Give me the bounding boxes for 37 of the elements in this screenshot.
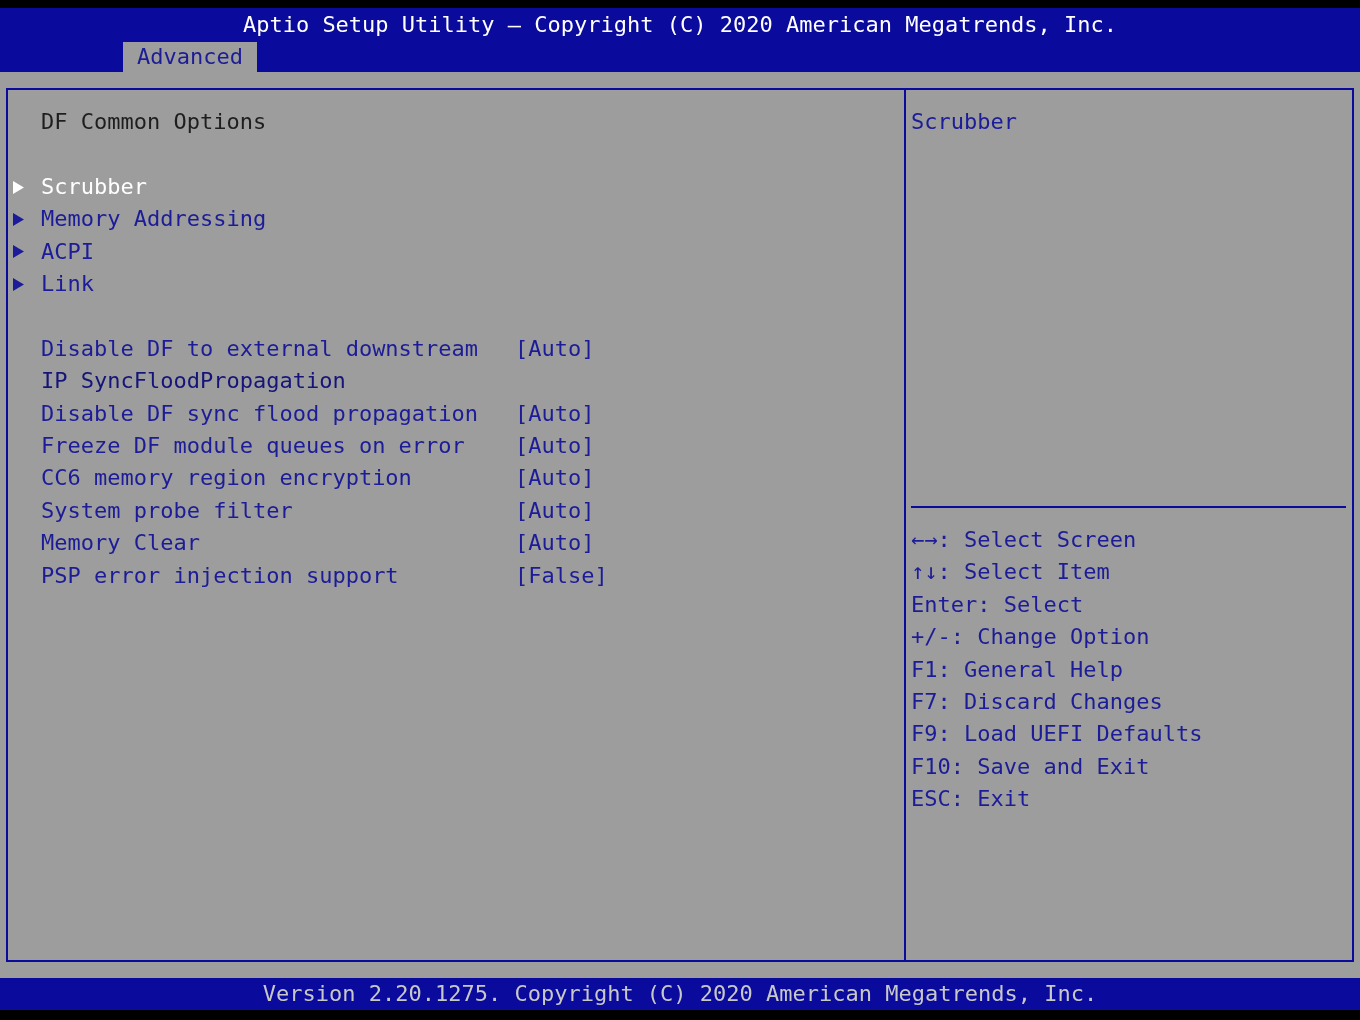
key-hint: ESC: Exit [911,785,1031,814]
triangle-icon [12,211,25,227]
setting-label[interactable]: Disable DF to external downstream [8,332,479,366]
section-label: IP SyncFloodPropagation [40,367,346,396]
key-hint: ←→: Select Screen [911,526,1137,554]
setting-value[interactable]: [Auto] [515,527,595,560]
submenu-item[interactable]: Memory Addressing [41,203,267,236]
key-hint: F9: Load UEFI Defaults [911,720,1203,749]
setting-value[interactable]: [Auto] [515,397,595,431]
triangle-icon [12,179,25,195]
submenu-item[interactable]: Link [41,268,94,301]
setting-value[interactable]: [Auto] [515,332,595,366]
version-bar: Version 2.20.1275. Copyright (C) 2020 American Megatrends, Inc. [0,978,1360,1010]
triangle-icon [12,276,25,292]
setting-value[interactable]: [Auto] [515,430,595,463]
setting-value[interactable]: [Auto] [515,494,595,528]
setting-value[interactable]: [False] [515,559,608,593]
setting-label[interactable]: Memory Clear [8,527,200,560]
help-description: Scrubber [911,108,1017,136]
setting-label[interactable]: Freeze DF module queues on error [8,430,465,463]
setting-label[interactable]: CC6 memory region encryption [8,462,412,495]
setting-label[interactable]: System probe filter [8,494,293,528]
setting-label[interactable]: PSP error injection support [8,559,399,593]
key-hint: F1: General Help [911,655,1123,684]
window-title: Aptio Setup Utility – Copyright (C) 2020 American Megatrends, Inc. [241,11,1119,39]
key-hint: Enter: Select [911,590,1084,619]
key-hint: ↑↓: Select Item [911,558,1110,587]
setting-value[interactable]: [Auto] [515,462,595,495]
key-hint: F10: Save and Exit [911,752,1150,781]
submenu-item[interactable]: Scrubber [41,170,147,204]
key-hint: F7: Discard Changes [911,688,1163,717]
setting-label[interactable]: Disable DF sync flood propagation [8,397,479,431]
submenu-item[interactable]: ACPI [41,235,94,268]
tab[interactable]: Advanced [123,42,257,72]
page-title: DF Common Options [40,108,268,136]
triangle-icon [12,244,25,260]
key-hint: +/-: Change Option [911,623,1150,652]
